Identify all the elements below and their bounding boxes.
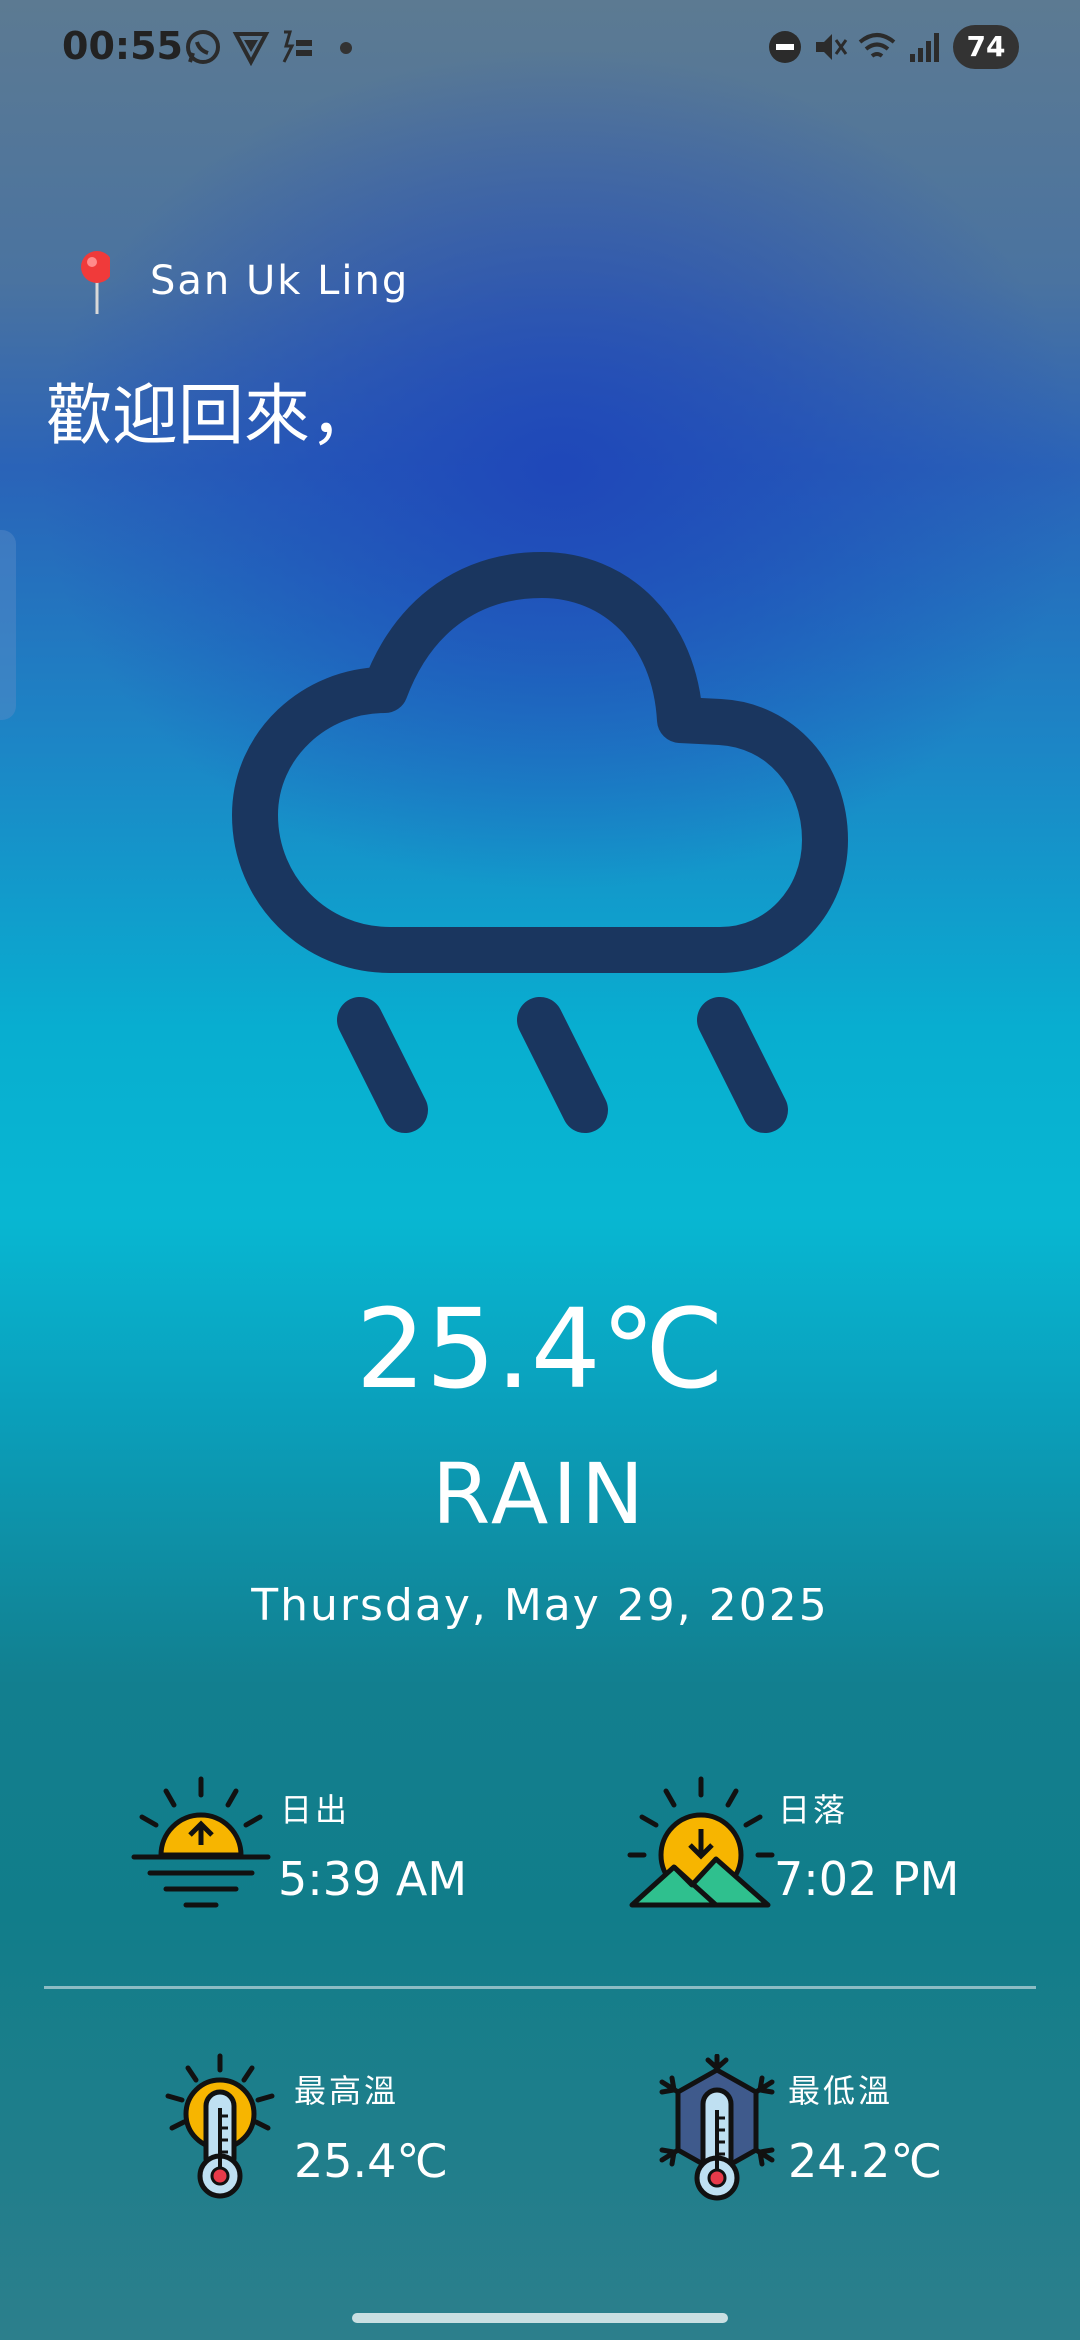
- signal-icon: [910, 33, 939, 62]
- shield-icon: [232, 32, 270, 66]
- min-temp-value: 24.2℃: [788, 2134, 943, 2188]
- dnd-icon: [769, 31, 801, 63]
- max-temp-label: 最高溫: [294, 2072, 400, 2110]
- home-indicator[interactable]: [352, 2313, 728, 2323]
- sunrise-time: 5:39 AM: [278, 1852, 468, 1906]
- sunset-label: 日落: [778, 1791, 849, 1829]
- edge-panel-handle[interactable]: [0, 530, 16, 720]
- current-date: Thursday, May 29, 2025: [251, 1580, 829, 1631]
- sunrise-label: 日出: [280, 1791, 351, 1829]
- location-pin-icon: [81, 251, 110, 314]
- cold-thermometer-icon: [659, 2054, 775, 2201]
- mute-icon: [816, 34, 848, 60]
- sunset-icon: [627, 1776, 775, 1908]
- greeting-text: 歡迎回來，: [46, 377, 376, 454]
- wifi-icon: [858, 33, 896, 58]
- current-temperature: 25.4℃: [355, 1285, 725, 1413]
- status-time: 00:55: [62, 24, 183, 68]
- hot-thermometer-icon: [165, 2053, 275, 2199]
- battery-icon: 74: [953, 25, 1019, 69]
- location-name: San Uk Ling: [150, 258, 410, 304]
- status-bar: 00:55 74: [0, 0, 1080, 96]
- sunrise-icon: [131, 1776, 271, 1908]
- stats-divider: [44, 1986, 1036, 1989]
- sunset-time: 7:02 PM: [774, 1852, 960, 1906]
- min-temp-label: 最低溫: [788, 2072, 894, 2110]
- app-icon: [282, 30, 312, 63]
- rain-cloud-icon: [232, 552, 848, 1133]
- max-temp-value: 25.4℃: [294, 2134, 449, 2188]
- notification-dot: [340, 42, 352, 54]
- whatsapp-icon: [186, 30, 220, 64]
- weather-condition: RAIN: [431, 1445, 649, 1543]
